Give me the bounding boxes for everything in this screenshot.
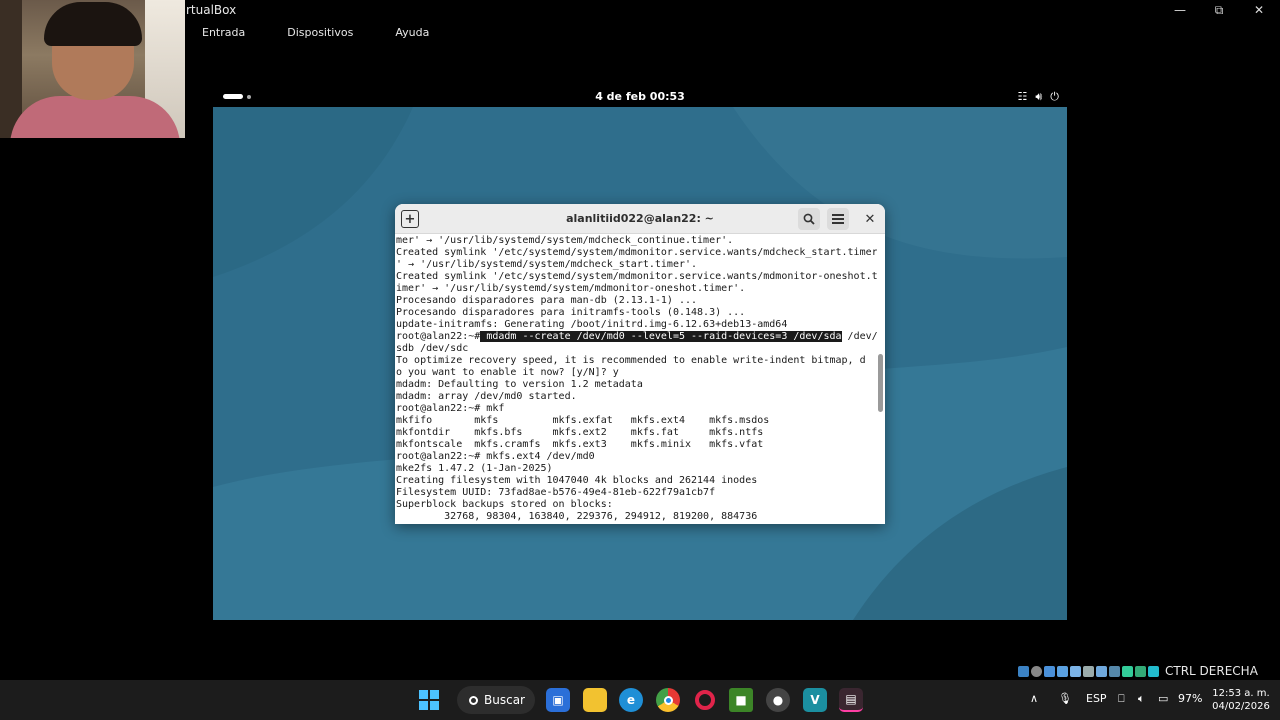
volume-icon: 🔊︎ <box>1035 90 1043 103</box>
host-titlebar: rtualBox — ⧉ ✕ <box>0 0 1280 20</box>
terminal-line: Created symlink '/etc/systemd/system/mdm… <box>396 247 877 258</box>
language-indicator[interactable]: ESP <box>1086 692 1107 705</box>
network-adapter-icon[interactable] <box>1057 665 1068 677</box>
terminal-scrollbar[interactable] <box>878 239 883 522</box>
taskbar-search[interactable]: Buscar <box>457 686 535 714</box>
vbox-status-bar: CTRL DERECHA <box>1018 662 1258 680</box>
taskbar-time: 12:53 a. m. <box>1212 688 1270 699</box>
terminal-line: root@alan22:~# mdadm --create /dev/md0 -… <box>396 331 877 343</box>
shared-folder-icon[interactable] <box>1083 665 1094 677</box>
network-icon[interactable]: ⎕ <box>1118 692 1125 706</box>
keyboard-icon[interactable] <box>1148 665 1159 677</box>
audio-icon[interactable] <box>1044 665 1055 677</box>
system-tray[interactable]: ☷ 🔊︎ ⏻ <box>1017 90 1059 104</box>
terminal-line: mke2fs 1.47.2 (1-Jan-2025) <box>396 463 553 474</box>
hdd-icon[interactable] <box>1018 665 1029 677</box>
terminal-line: Superblock backups stored on blocks: <box>396 499 613 510</box>
store-app-icon[interactable]: ▣ <box>546 688 570 712</box>
terminal-line: imer' → '/usr/lib/systemd/system/mdmonit… <box>396 283 746 294</box>
maximize-button[interactable]: ⧉ <box>1199 0 1239 20</box>
taskbar-clock[interactable]: 12:53 a. m. 04/02/2026 <box>1208 687 1274 713</box>
terminal-line: mdadm: array /dev/md0 started. <box>396 391 577 402</box>
close-window-button[interactable]: ✕ <box>1239 0 1279 20</box>
vm-screen[interactable]: 4 de feb 00:53 ☷ 🔊︎ ⏻ + alanlitiid022@al… <box>213 87 1067 620</box>
terminal-line: mkfifo mkfs mkfs.exfat mkfs.ext4 mkfs.ms… <box>396 415 770 426</box>
host-window-title: rtualBox <box>186 3 237 17</box>
terminal-line: sdb /dev/sdc <box>396 343 469 354</box>
search-icon <box>803 213 815 225</box>
minimize-button[interactable]: — <box>1160 0 1200 20</box>
terminal-line: mer' → '/usr/lib/systemd/system/mdcheck_… <box>396 235 734 246</box>
battery-percent: 97% <box>1178 692 1203 705</box>
recording-icon[interactable] <box>1109 665 1120 677</box>
hamburger-icon <box>832 214 844 224</box>
battery-icon[interactable]: ▭ <box>1158 692 1168 705</box>
terminal-line: mkfontscale mkfs.cramfs mkfs.ext3 mkfs.m… <box>396 439 764 450</box>
terminal-line: To optimize recovery speed, it is recomm… <box>396 355 866 366</box>
edge-browser-icon[interactable]: e <box>619 688 643 712</box>
start-button[interactable] <box>417 688 441 712</box>
gnome-topbar: 4 de feb 00:53 ☷ 🔊︎ ⏻ <box>213 87 1067 107</box>
file-explorer-icon[interactable] <box>583 688 607 712</box>
display-icon[interactable] <box>1096 665 1107 677</box>
windows-logo-icon <box>419 690 439 710</box>
tray-expand-icon[interactable]: ∧ <box>1030 692 1038 705</box>
terminal-line: Created symlink '/etc/systemd/system/mdm… <box>396 271 877 282</box>
minecraft-icon[interactable]: ■ <box>729 688 753 712</box>
menu-entrada[interactable]: Entrada <box>196 24 251 41</box>
network-icon: ☷ <box>1017 90 1028 103</box>
mouse-integration-icon[interactable] <box>1135 665 1146 677</box>
terminal-line: Creating filesystem with 1047040 4k bloc… <box>396 475 758 486</box>
terminal-headerbar[interactable]: + alanlitiid022@alan22: ~ ✕ <box>395 204 885 234</box>
host-menubar: Entrada Dispositivos Ayuda <box>196 24 435 41</box>
host-key-label: CTRL DERECHA <box>1165 664 1258 678</box>
search-icon <box>469 695 478 705</box>
chrome-browser-icon[interactable] <box>656 688 680 712</box>
scrollbar-thumb[interactable] <box>878 354 883 412</box>
volume-icon[interactable]: 🔈︎ <box>1138 692 1145 706</box>
optical-drive-icon[interactable] <box>1031 665 1042 677</box>
terminal-line: ' → '/usr/lib/systemd/system/mdcheck_sta… <box>396 259 698 270</box>
terminal-line: update-initramfs: Generating /boot/initr… <box>396 319 788 330</box>
terminal-close-button[interactable]: ✕ <box>859 208 881 230</box>
terminal-output[interactable]: mer' → '/usr/lib/systemd/system/mdcheck_… <box>395 235 877 524</box>
clock[interactable]: 4 de feb 00:53 <box>213 90 1067 103</box>
hamburger-menu-button[interactable] <box>827 208 849 230</box>
taskbar-date: 04/02/2026 <box>1212 701 1270 712</box>
webcam-overlay <box>0 0 185 138</box>
windows-taskbar: Buscar ▣ e ■ ● V ▤ ∧ 🎙︎ ESP ⎕ 🔈︎ ▭ 97% 1… <box>0 680 1280 720</box>
devtools-app-icon[interactable]: V <box>803 688 827 712</box>
terminal-line: root@alan22:~# mkfs.ext4 /dev/md0 <box>396 451 595 462</box>
virtualbox-app-icon[interactable]: ▤ <box>839 688 863 712</box>
prompt: root@alan22:~# <box>396 331 481 342</box>
terminal-line: mdadm: Defaulting to version 1.2 metadat… <box>396 379 643 390</box>
taskbar-search-label: Buscar <box>484 693 525 707</box>
terminal-line: Procesando disparadores para initramfs-t… <box>396 307 746 318</box>
search-button[interactable] <box>798 208 820 230</box>
menu-ayuda[interactable]: Ayuda <box>389 24 435 41</box>
terminal-line: mkfontdir mkfs.bfs mkfs.ext2 mkfs.fat mk… <box>396 427 764 438</box>
terminal-line: Filesystem UUID: 73fad8ae-b576-49e4-81eb… <box>396 487 716 498</box>
opera-browser-icon[interactable] <box>693 688 717 712</box>
terminal-line: o you want to enable it now? [y/N]? y <box>396 367 619 378</box>
command-remainder: /dev/ <box>841 331 877 342</box>
terminal-line: 32768, 98304, 163840, 229376, 294912, 81… <box>396 511 758 522</box>
terminal-window[interactable]: + alanlitiid022@alan22: ~ ✕ mer' → '/usr… <box>395 204 885 524</box>
obs-icon[interactable]: ● <box>766 688 790 712</box>
microphone-icon[interactable]: 🎙︎ <box>1058 692 1072 705</box>
cpu-icon[interactable] <box>1122 665 1133 677</box>
terminal-line: root@alan22:~# mkf <box>396 403 505 414</box>
selected-command: mdadm --create /dev/md0 --level=5 --raid… <box>480 331 842 342</box>
terminal-line: Procesando disparadores para man-db (2.1… <box>396 295 698 306</box>
menu-dispositivos[interactable]: Dispositivos <box>281 24 359 41</box>
usb-icon[interactable] <box>1070 665 1081 677</box>
power-icon: ⏻ <box>1050 90 1059 103</box>
close-icon: ✕ <box>864 211 876 227</box>
